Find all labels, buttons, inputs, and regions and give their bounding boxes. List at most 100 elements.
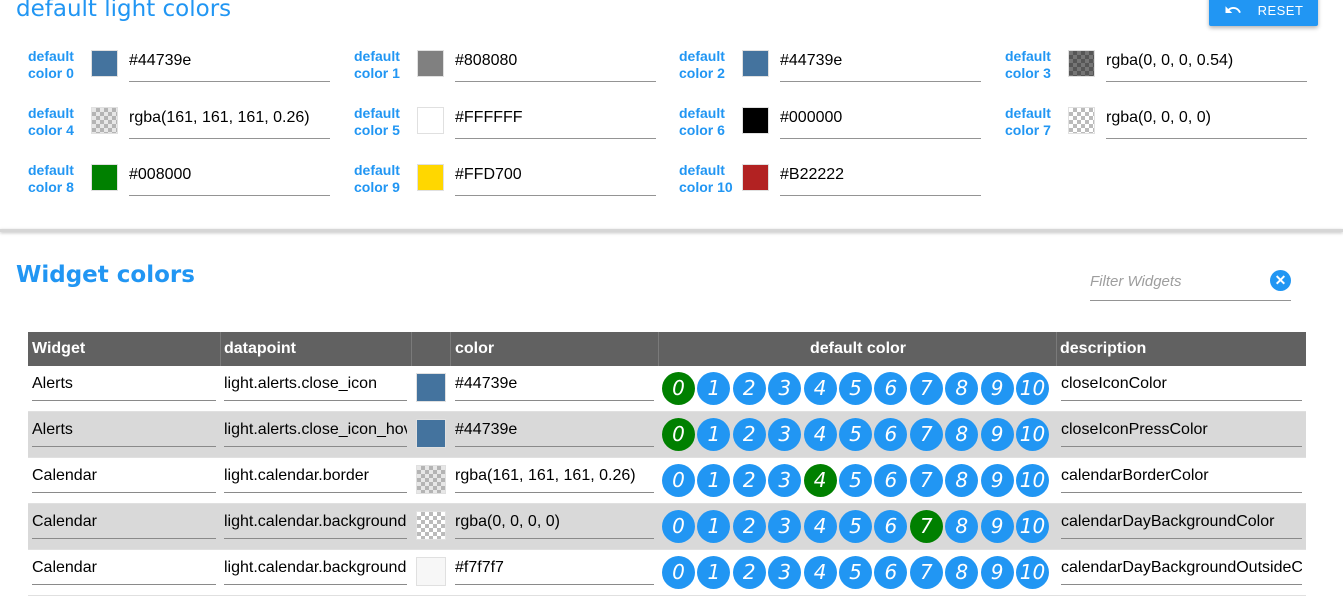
datapoint-cell-input[interactable]: light.alerts.close_icon (224, 371, 407, 401)
default-color-option-6[interactable]: 6 (874, 556, 908, 589)
default-color-input[interactable]: #B22222 (780, 162, 981, 196)
default-color-option-8[interactable]: 8 (945, 372, 979, 405)
default-color-option-6[interactable]: 6 (874, 372, 908, 405)
widget-cell-input[interactable]: Alerts (32, 371, 216, 401)
color-swatch[interactable] (416, 511, 446, 540)
default-color-option-7[interactable]: 7 (909, 372, 943, 405)
color-swatch[interactable] (417, 107, 444, 134)
widget-cell-input[interactable]: Calendar (32, 509, 216, 539)
description-cell-input[interactable]: calendarDayBackgroundColor (1061, 509, 1302, 539)
reset-button[interactable]: RESET (1209, 0, 1318, 26)
default-color-option-1[interactable]: 1 (697, 464, 731, 497)
default-color-option-5[interactable]: 5 (839, 510, 872, 543)
default-color-option-5[interactable]: 5 (839, 372, 872, 405)
default-color-option-4[interactable]: 4 (803, 556, 837, 589)
default-color-input[interactable]: #44739e (129, 48, 330, 82)
color-swatch[interactable] (417, 164, 444, 191)
color-cell-input[interactable]: rgba(0, 0, 0, 0) (455, 509, 654, 539)
default-color-option-7[interactable]: 7 (909, 464, 943, 497)
default-color-option-1[interactable]: 1 (697, 510, 731, 543)
datapoint-cell-input[interactable]: light.calendar.background (224, 555, 407, 585)
default-color-option-2[interactable]: 2 (732, 418, 766, 451)
default-color-option-8[interactable]: 8 (945, 556, 979, 589)
default-color-option-4[interactable]: 4 (803, 372, 837, 405)
default-color-option-10[interactable]: 10 (1016, 418, 1049, 451)
color-swatch[interactable] (416, 465, 446, 494)
default-color-option-3[interactable]: 3 (768, 372, 802, 405)
default-color-option-9[interactable]: 9 (980, 372, 1014, 405)
default-color-option-8[interactable]: 8 (945, 464, 979, 497)
default-color-option-0[interactable]: 0 (662, 464, 695, 497)
default-color-option-4[interactable]: 4 (803, 418, 837, 451)
default-color-option-1[interactable]: 1 (697, 418, 731, 451)
default-color-option-0[interactable]: 0 (662, 510, 695, 543)
default-color-input[interactable]: rgba(161, 161, 161, 0.26) (129, 105, 330, 139)
default-color-option-6[interactable]: 6 (874, 510, 908, 543)
default-color-option-2[interactable]: 2 (732, 464, 766, 497)
col-color[interactable]: color (455, 340, 494, 358)
default-color-option-10[interactable]: 10 (1016, 510, 1049, 543)
default-color-input[interactable]: #000000 (780, 105, 981, 139)
default-color-option-5[interactable]: 5 (839, 418, 872, 451)
default-color-option-5[interactable]: 5 (839, 556, 872, 589)
default-color-option-10[interactable]: 10 (1016, 556, 1049, 589)
default-color-option-9[interactable]: 9 (980, 418, 1014, 451)
description-cell-input[interactable]: closeIconPressColor (1061, 417, 1302, 447)
default-color-option-0[interactable]: 0 (662, 556, 695, 589)
color-swatch[interactable] (416, 373, 446, 402)
default-color-option-9[interactable]: 9 (980, 510, 1014, 543)
col-description[interactable]: description (1060, 340, 1146, 358)
default-color-option-1[interactable]: 1 (697, 556, 731, 589)
color-swatch[interactable] (742, 164, 769, 191)
default-color-option-4[interactable]: 4 (803, 510, 837, 543)
color-swatch[interactable] (417, 50, 444, 77)
default-color-option-2[interactable]: 2 (732, 556, 766, 589)
default-color-option-4[interactable]: 4 (803, 464, 837, 497)
default-color-input[interactable]: #FFFFFF (455, 105, 656, 139)
default-color-option-7[interactable]: 7 (909, 510, 943, 543)
col-widget[interactable]: Widget (32, 340, 85, 358)
default-color-option-9[interactable]: 9 (980, 464, 1014, 497)
default-color-input[interactable]: #808080 (455, 48, 656, 82)
default-color-input[interactable]: #FFD700 (455, 162, 656, 196)
color-swatch[interactable] (91, 164, 118, 191)
color-swatch[interactable] (742, 50, 769, 77)
color-cell-input[interactable]: #f7f7f7 (455, 555, 654, 585)
default-color-option-7[interactable]: 7 (909, 418, 943, 451)
default-color-option-6[interactable]: 6 (874, 418, 908, 451)
color-swatch[interactable] (416, 419, 446, 448)
widget-cell-input[interactable]: Calendar (32, 555, 216, 585)
default-color-option-3[interactable]: 3 (768, 556, 802, 589)
default-color-option-6[interactable]: 6 (874, 464, 908, 497)
default-color-option-0[interactable]: 0 (662, 418, 695, 451)
description-cell-input[interactable]: calendarBorderColor (1061, 463, 1302, 493)
color-swatch[interactable] (91, 107, 118, 134)
color-cell-input[interactable]: rgba(161, 161, 161, 0.26) (455, 463, 654, 493)
color-cell-input[interactable]: #44739e (455, 371, 654, 401)
description-cell-input[interactable]: calendarDayBackgroundOutsideColor (1061, 555, 1302, 585)
color-swatch[interactable] (1068, 50, 1095, 77)
default-color-option-3[interactable]: 3 (768, 418, 802, 451)
default-color-input[interactable]: #008000 (129, 162, 330, 196)
datapoint-cell-input[interactable]: light.calendar.background (224, 509, 407, 539)
color-swatch[interactable] (1068, 107, 1095, 134)
default-color-option-5[interactable]: 5 (839, 464, 872, 497)
description-cell-input[interactable]: closeIconColor (1061, 371, 1302, 401)
default-color-option-8[interactable]: 8 (945, 418, 979, 451)
default-color-option-9[interactable]: 9 (980, 556, 1014, 589)
default-color-input[interactable]: rgba(0, 0, 0, 0) (1106, 105, 1307, 139)
default-color-option-3[interactable]: 3 (768, 464, 802, 497)
default-color-option-10[interactable]: 10 (1016, 464, 1049, 497)
color-cell-input[interactable]: #44739e (455, 417, 654, 447)
default-color-input[interactable]: #44739e (780, 48, 981, 82)
default-color-option-8[interactable]: 8 (945, 510, 979, 543)
widget-cell-input[interactable]: Calendar (32, 463, 216, 493)
default-color-input[interactable]: rgba(0, 0, 0, 0.54) (1106, 48, 1307, 82)
close-icon[interactable]: ✕ (1270, 270, 1291, 291)
datapoint-cell-input[interactable]: light.calendar.border (224, 463, 407, 493)
color-swatch[interactable] (742, 107, 769, 134)
col-default-color[interactable]: default color (810, 340, 906, 358)
datapoint-cell-input[interactable]: light.alerts.close_icon_hover (224, 417, 407, 447)
widget-cell-input[interactable]: Alerts (32, 417, 216, 447)
color-swatch[interactable] (91, 50, 118, 77)
